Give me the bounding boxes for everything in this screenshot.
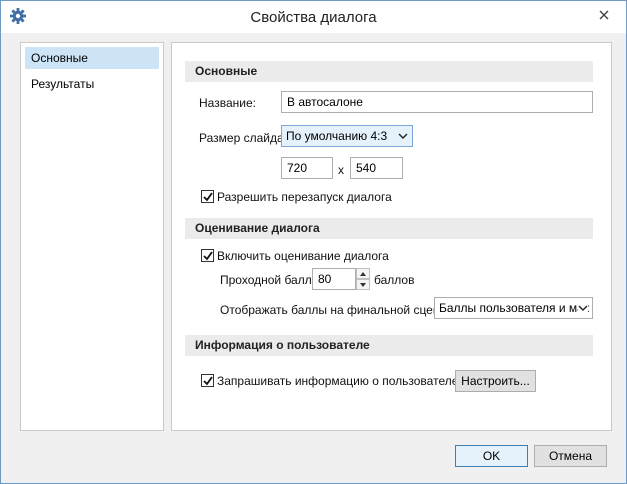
sidebar-item-label: Основные: [31, 51, 88, 65]
slide-width-field[interactable]: 720: [281, 157, 333, 179]
passing-score-unit: баллов: [374, 273, 415, 287]
passing-score-label: Проходной балл:: [220, 273, 316, 287]
allow-restart-checkbox[interactable]: [201, 190, 214, 203]
slide-size-select[interactable]: По умолчанию 4:3: [281, 125, 413, 147]
cancel-button[interactable]: Отмена: [534, 445, 607, 467]
passing-score-field[interactable]: 80: [312, 268, 356, 290]
enable-scoring-label: Включить оценивание диалога: [217, 249, 389, 263]
sidebar-item-main[interactable]: Основные: [25, 47, 159, 69]
section-header-user-info: Информация о пользователе: [185, 335, 593, 356]
stepper-up-button[interactable]: [356, 268, 370, 279]
chevron-down-icon: [398, 133, 408, 139]
display-score-label: Отображать баллы на финальной сцене:: [220, 303, 450, 317]
slide-size-label: Размер слайда:: [199, 131, 287, 145]
checkmark-icon: [203, 376, 213, 386]
display-score-select[interactable]: Баллы пользователя и мак: [434, 297, 593, 319]
slide-height-field[interactable]: 540: [350, 157, 403, 179]
name-field[interactable]: В автосалоне: [281, 91, 593, 113]
size-separator: x: [338, 163, 344, 177]
name-label: Название:: [199, 96, 256, 110]
close-button[interactable]: [592, 5, 616, 25]
display-score-value: Баллы пользователя и мак: [439, 301, 590, 315]
title-bar: Свойства диалога: [1, 1, 626, 33]
close-icon: [599, 10, 609, 20]
enable-scoring-checkbox[interactable]: [201, 249, 214, 262]
section-header-scoring: Оценивание диалога: [185, 218, 593, 239]
checkmark-icon: [203, 251, 213, 261]
checkmark-icon: [203, 192, 213, 202]
passing-score-stepper[interactable]: [356, 268, 370, 290]
dialog-window: Свойства диалога Основные Результаты Осн…: [0, 0, 627, 484]
caret-down-icon: [360, 283, 366, 287]
slide-size-value: По умолчанию 4:3: [286, 129, 388, 143]
ok-button[interactable]: OK: [455, 445, 528, 467]
sidebar-nav: Основные Результаты: [20, 42, 164, 431]
ask-user-info-label: Запрашивать информацию о пользователе: [217, 374, 459, 388]
ask-user-info-checkbox[interactable]: [201, 374, 214, 387]
window-title: Свойства диалога: [250, 9, 377, 26]
allow-restart-label: Разрешить перезапуск диалога: [217, 190, 392, 204]
settings-panel: Основные Название: В автосалоне Размер с…: [171, 42, 612, 431]
sidebar-item-results[interactable]: Результаты: [25, 73, 159, 95]
sidebar-item-label: Результаты: [31, 77, 95, 91]
stepper-down-button[interactable]: [356, 279, 370, 290]
section-header-main: Основные: [185, 61, 593, 82]
configure-button[interactable]: Настроить...: [455, 370, 536, 392]
caret-up-icon: [360, 272, 366, 276]
chevron-down-icon: [578, 305, 588, 312]
